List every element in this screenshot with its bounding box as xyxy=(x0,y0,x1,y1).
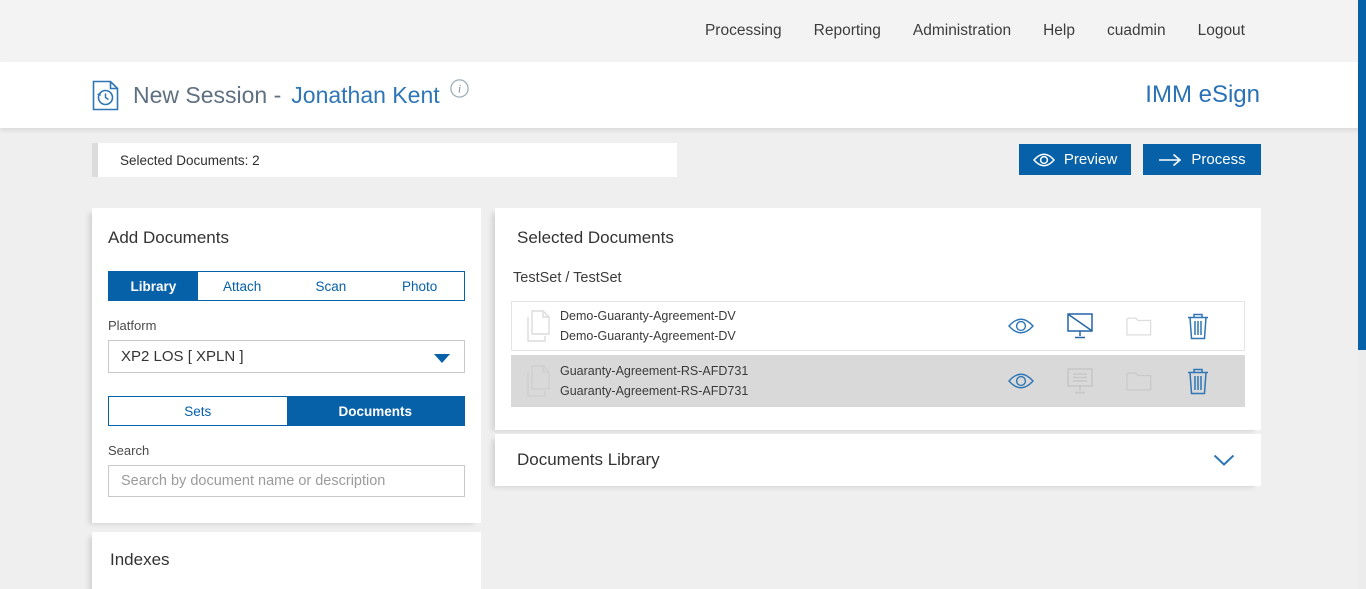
selected-documents-title: Selected Documents xyxy=(517,228,1261,248)
tab-attach[interactable]: Attach xyxy=(198,272,287,300)
pages-icon xyxy=(524,310,551,343)
indexes-title: Indexes xyxy=(110,550,481,570)
eye-icon xyxy=(1033,153,1055,167)
page-header: New Session - Jonathan Kent i IMM eSign xyxy=(0,62,1366,128)
row-actions xyxy=(1008,312,1244,340)
page-title: New Session - xyxy=(133,82,281,109)
row-actions xyxy=(1008,367,1244,395)
selected-count-text: Selected Documents: 2 xyxy=(98,153,260,168)
session-title-group: New Session - Jonathan Kent i xyxy=(92,79,469,112)
session-user-link[interactable]: Jonathan Kent xyxy=(291,82,439,109)
chevron-down-icon[interactable] xyxy=(1213,454,1235,466)
trash-icon[interactable] xyxy=(1185,312,1211,340)
nav-administration[interactable]: Administration xyxy=(913,22,1011,40)
add-documents-title: Add Documents xyxy=(108,228,465,248)
search-label: Search xyxy=(108,443,465,458)
process-button[interactable]: Process xyxy=(1143,144,1261,175)
document-description: Guaranty-Agreement-RS-AFD731 xyxy=(560,385,748,398)
svg-text:i: i xyxy=(457,81,460,95)
platform-label: Platform xyxy=(108,318,465,333)
preview-button[interactable]: Preview xyxy=(1019,144,1131,175)
selected-documents-panel: Selected Documents TestSet / TestSet Dem… xyxy=(495,208,1261,430)
nav-logout[interactable]: Logout xyxy=(1198,22,1245,40)
info-icon[interactable]: i xyxy=(450,79,469,98)
documents-library-panel[interactable]: Documents Library xyxy=(495,434,1261,486)
add-documents-panel: Add Documents Library Attach Scan Photo … xyxy=(92,208,481,523)
nav-processing[interactable]: Processing xyxy=(705,22,782,40)
toggle-sets[interactable]: Sets xyxy=(109,397,287,425)
document-description: Demo-Guaranty-Agreement-DV xyxy=(560,330,736,343)
document-row-selected[interactable]: Guaranty-Agreement-RS-AFD731 Guaranty-Ag… xyxy=(511,355,1245,407)
document-history-icon xyxy=(92,80,119,111)
nav-cuadmin[interactable]: cuadmin xyxy=(1107,22,1166,40)
document-row[interactable]: Demo-Guaranty-Agreement-DV Demo-Guaranty… xyxy=(511,301,1245,351)
folder-icon[interactable] xyxy=(1126,312,1152,340)
eye-icon[interactable] xyxy=(1008,312,1034,340)
arrow-right-icon xyxy=(1158,153,1182,167)
toggle-documents[interactable]: Documents xyxy=(287,397,465,425)
document-text-block: Demo-Guaranty-Agreement-DV Demo-Guaranty… xyxy=(560,310,736,342)
selected-count-bar: Selected Documents: 2 xyxy=(98,143,677,177)
nav-help[interactable]: Help xyxy=(1043,22,1075,40)
platform-select[interactable]: XP2 LOS [ XPLN ] xyxy=(108,340,465,373)
document-name: Demo-Guaranty-Agreement-DV xyxy=(560,310,736,323)
platform-selected-value: XP2 LOS [ XPLN ] xyxy=(109,348,244,365)
nav-reporting[interactable]: Reporting xyxy=(814,22,881,40)
pages-icon xyxy=(524,365,551,398)
monitor-local-icon[interactable] xyxy=(1067,312,1093,340)
document-set-name: TestSet / TestSet xyxy=(513,270,1261,286)
top-nav: Processing Reporting Administration Help… xyxy=(0,0,1366,62)
tab-photo[interactable]: Photo xyxy=(375,272,464,300)
trash-icon[interactable] xyxy=(1185,367,1211,395)
document-text-block: Guaranty-Agreement-RS-AFD731 Guaranty-Ag… xyxy=(560,365,748,397)
indexes-panel: Indexes xyxy=(92,532,481,589)
folder-icon xyxy=(1126,367,1152,395)
tab-library[interactable]: Library xyxy=(109,272,198,300)
eye-icon[interactable] xyxy=(1008,367,1034,395)
documents-library-title: Documents Library xyxy=(517,450,660,470)
preview-button-label: Preview xyxy=(1064,151,1117,168)
scrollbar-thumb[interactable] xyxy=(1358,0,1366,350)
tab-scan[interactable]: Scan xyxy=(287,272,376,300)
sets-documents-toggle: Sets Documents xyxy=(108,396,465,426)
monitor-remote-icon xyxy=(1067,367,1093,395)
search-input[interactable] xyxy=(108,465,465,497)
process-button-label: Process xyxy=(1191,151,1245,168)
brand-logo-text: IMM eSign xyxy=(1145,81,1260,109)
add-documents-tabs: Library Attach Scan Photo xyxy=(108,271,465,301)
caret-down-icon xyxy=(434,354,450,363)
scrollbar-track[interactable] xyxy=(1358,0,1366,589)
document-name: Guaranty-Agreement-RS-AFD731 xyxy=(560,365,748,378)
